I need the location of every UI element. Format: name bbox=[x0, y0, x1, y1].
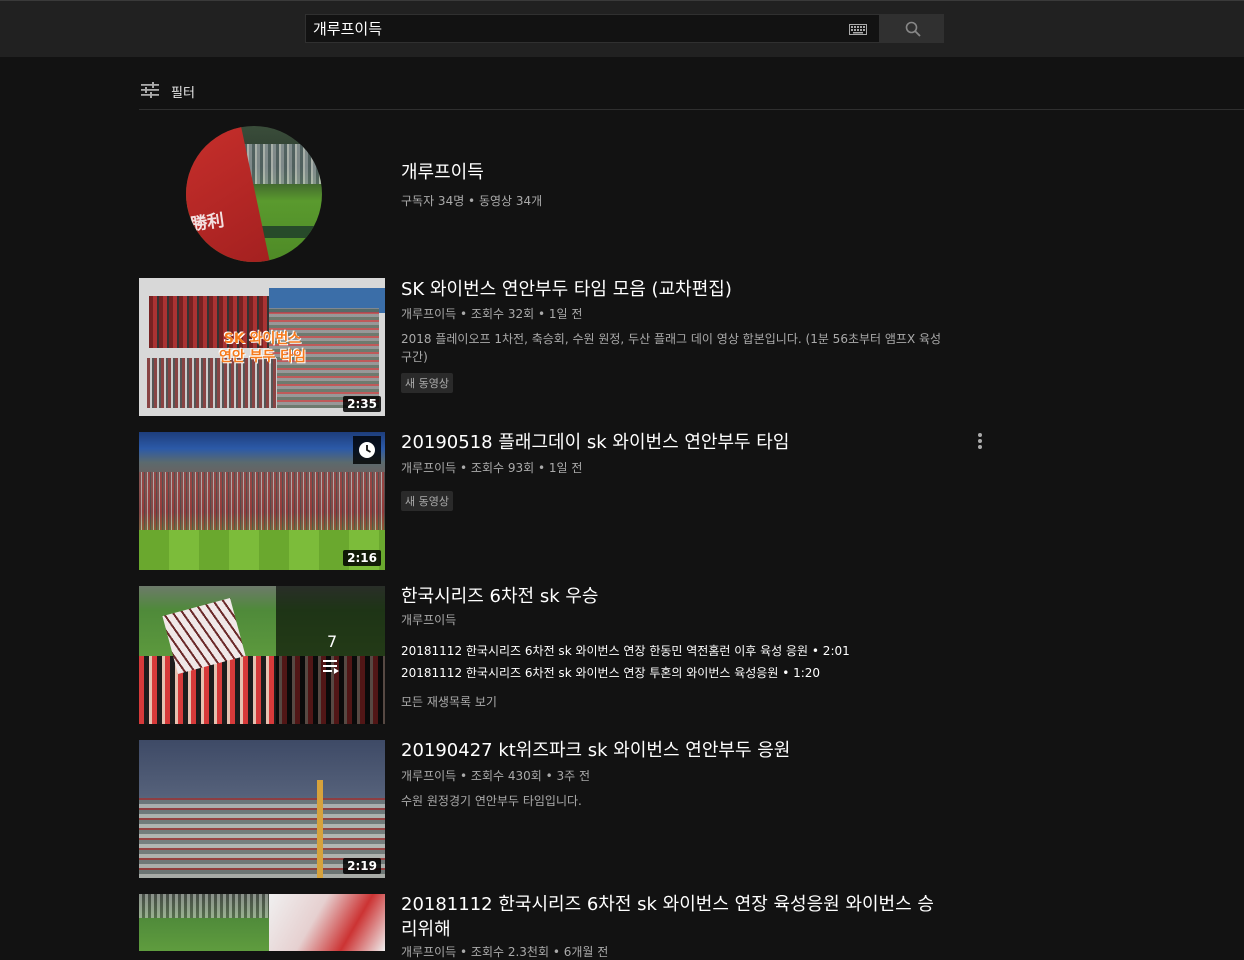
video-description: 수원 원정경기 연안부두 타임입니다. bbox=[401, 794, 582, 808]
video-description: 2018 플레이오프 1차전, 축승회, 수원 원정, 두산 플래그 데이 영상… bbox=[401, 332, 942, 364]
playlist-icon bbox=[323, 660, 339, 674]
new-badge: 새 동영상 bbox=[401, 491, 453, 511]
video-title[interactable]: SK 와이번스 연안부두 타임 모음 (교차편집) bbox=[401, 277, 961, 302]
playlist-overlay bbox=[276, 586, 385, 724]
video-meta: 개루프이득 • 조회수 32회 • 1일 전 bbox=[401, 307, 583, 321]
keyboard-icon[interactable] bbox=[849, 24, 867, 35]
playlist-thumbnail[interactable]: 7 bbox=[139, 586, 385, 724]
duration-badge: 2:16 bbox=[343, 550, 381, 566]
video-thumbnail[interactable]: 2:19 bbox=[139, 740, 385, 878]
view-full-playlist-link[interactable]: 모든 재생목록 보기 bbox=[401, 693, 497, 710]
video-meta: 개루프이득 • 조회수 2.3천회 • 6개월 전 bbox=[401, 945, 609, 959]
duration-badge: 2:19 bbox=[343, 858, 381, 874]
playlist-channel[interactable]: 개루프이득 bbox=[401, 611, 456, 628]
new-badge: 새 동영상 bbox=[401, 373, 453, 393]
video-title[interactable]: 20181112 한국시리즈 6차전 sk 와이번스 연장 육성응원 와이번스 … bbox=[401, 892, 981, 942]
video-thumbnail[interactable] bbox=[139, 894, 385, 951]
avatar-logo-text: 勝利 bbox=[189, 210, 226, 236]
search-icon bbox=[905, 21, 921, 37]
top-border bbox=[0, 0, 1244, 1]
playlist-count: 7 bbox=[327, 632, 338, 651]
search-button[interactable] bbox=[880, 14, 944, 43]
more-options-icon[interactable] bbox=[972, 430, 988, 452]
channel-avatar[interactable]: 勝利 bbox=[186, 126, 322, 262]
video-meta: 개루프이득 • 조회수 430회 • 3주 전 bbox=[401, 769, 591, 783]
channel-meta: 구독자 34명 • 동영상 34개 bbox=[401, 194, 543, 208]
thumbnail-text: SK 와이번스 연안 부두 타임 bbox=[219, 331, 307, 365]
clock-icon bbox=[359, 442, 375, 458]
masthead bbox=[0, 0, 1244, 57]
video-title[interactable]: 20190427 kt위즈파크 sk 와이번스 연안부두 응원 bbox=[401, 738, 961, 763]
channel-name[interactable]: 개루프이득 bbox=[401, 158, 484, 184]
filter-label[interactable]: 필터 bbox=[171, 82, 195, 101]
video-thumbnail[interactable]: 2:16 bbox=[139, 432, 385, 570]
video-thumbnail[interactable]: SK 와이번스 연안 부두 타임 2:35 bbox=[139, 278, 385, 416]
video-title[interactable]: 20190518 플래그데이 sk 와이번스 연안부두 타임 bbox=[401, 430, 961, 455]
filter-icon[interactable] bbox=[141, 81, 159, 99]
watch-later-button[interactable] bbox=[353, 436, 381, 464]
playlist-item[interactable]: 20181112 한국시리즈 6차전 sk 와이번스 연장 투혼의 와이번스 육… bbox=[401, 664, 820, 681]
search-box[interactable] bbox=[305, 14, 880, 43]
playlist-item[interactable]: 20181112 한국시리즈 6차전 sk 와이번스 연장 한동민 역전홈런 이… bbox=[401, 642, 850, 659]
playlist-title[interactable]: 한국시리즈 6차전 sk 우승 bbox=[401, 584, 961, 609]
search-input[interactable] bbox=[306, 15, 836, 42]
filter-bar: 필터 bbox=[139, 78, 1244, 110]
video-meta: 개루프이득 • 조회수 93회 • 1일 전 bbox=[401, 461, 583, 475]
duration-badge: 2:35 bbox=[343, 396, 381, 412]
